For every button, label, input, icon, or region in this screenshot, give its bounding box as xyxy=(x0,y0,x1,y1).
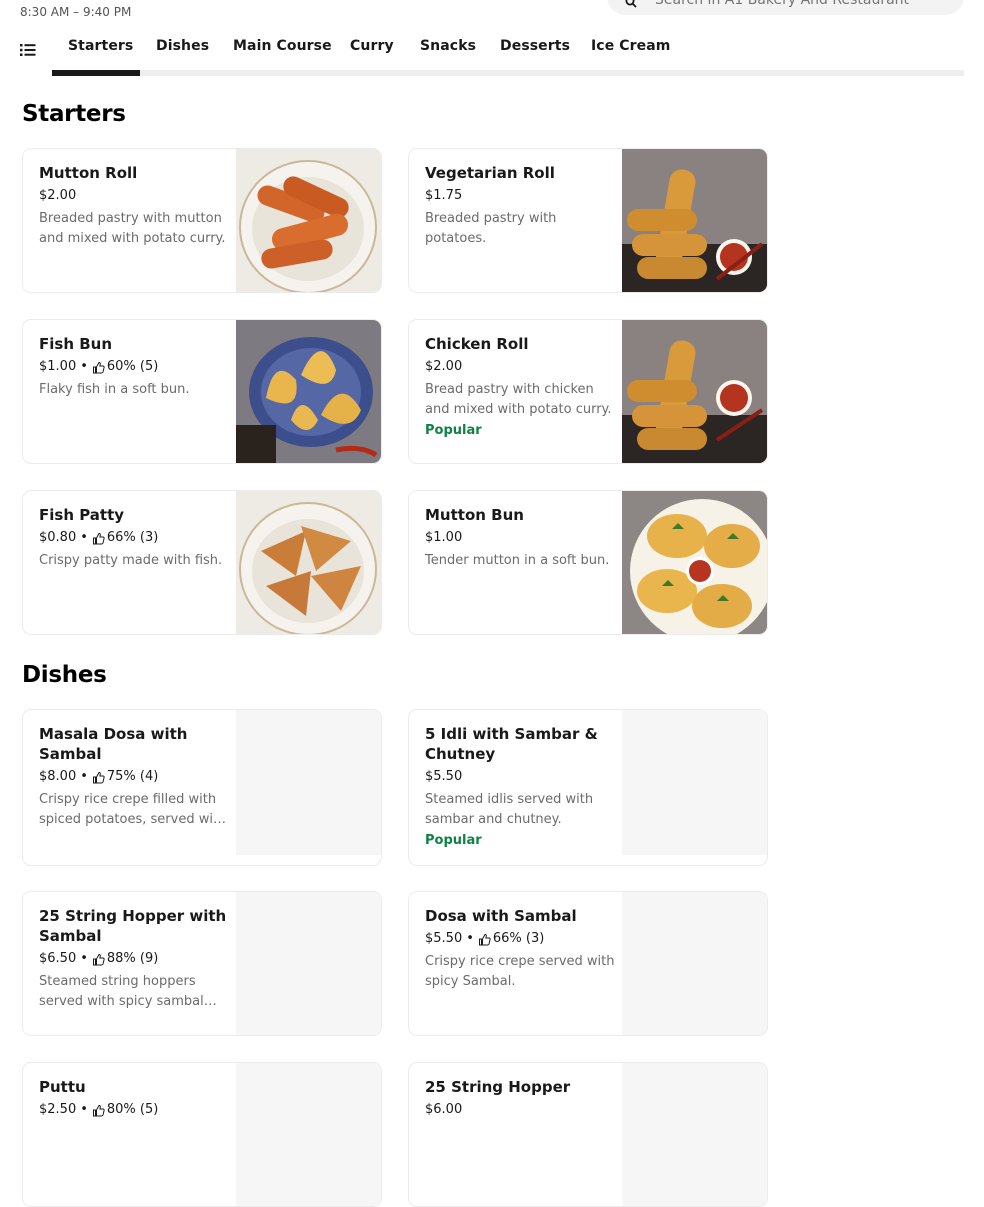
tab-curry[interactable]: Curry xyxy=(350,38,394,54)
item-rating: 60% (5) xyxy=(106,359,159,374)
item-description: Flaky fish in a soft bun. xyxy=(39,382,190,397)
tab-track xyxy=(52,70,964,76)
item-price: $6.50 xyxy=(39,951,77,966)
item-price: $1.75 xyxy=(425,188,463,203)
image-placeholder xyxy=(622,1063,767,1206)
thumbs-up-icon xyxy=(478,933,491,946)
item-name: Dosa with Sambal xyxy=(425,907,577,925)
item-description: Steamed string hoppers served with spicy… xyxy=(39,974,204,1009)
thumbs-up-icon xyxy=(92,771,105,784)
item-name: Fish Bun xyxy=(39,335,113,353)
active-tab-indicator xyxy=(52,70,140,76)
item-photo xyxy=(622,491,767,634)
store-hours: 8:30 AM – 9:40 PM xyxy=(20,5,132,19)
tab-starters[interactable]: Starters xyxy=(68,38,133,54)
menu-item-card[interactable]: Dosa with Sambal $5.50 • 66% (3) Crispy … xyxy=(408,891,768,1036)
item-name: 5 Idli with Sambar & Chutney xyxy=(425,725,598,763)
item-price: $0.80 xyxy=(39,530,77,545)
menu-item-card[interactable]: 25 String Hopper with Sambal $6.50 • 88%… xyxy=(22,891,382,1036)
item-rating: 66% (3) xyxy=(106,530,159,545)
menu-item-card[interactable]: Fish Patty $0.80 • 66% (3) Crispy patty … xyxy=(22,490,382,635)
item-description: Crispy patty made with fish. xyxy=(39,553,223,568)
section-title-dishes: Dishes xyxy=(22,662,107,688)
item-photo xyxy=(236,320,381,463)
tab-snacks[interactable]: Snacks xyxy=(420,38,476,54)
item-name: Mutton Roll xyxy=(39,164,138,182)
item-price: $8.00 xyxy=(39,769,77,784)
search-input[interactable] xyxy=(653,0,947,11)
search-bar[interactable] xyxy=(607,0,964,15)
image-placeholder xyxy=(622,892,767,1035)
tab-dishes[interactable]: Dishes xyxy=(156,38,209,54)
item-rating: 88% (9) xyxy=(106,951,159,966)
item-price: $1.00 xyxy=(39,359,77,374)
item-name: 25 String Hopper with Sambal xyxy=(39,907,227,945)
item-name: Mutton Bun xyxy=(425,506,524,524)
item-price: $1.00 xyxy=(425,530,463,545)
menu-item-card[interactable]: Mutton Bun $1.00 Tender mutton in a soft… xyxy=(408,490,768,635)
item-price: $5.50 xyxy=(425,931,463,946)
item-photo xyxy=(622,320,767,463)
item-rating: 75% (4) xyxy=(106,769,159,784)
item-photo xyxy=(236,491,381,634)
image-placeholder xyxy=(236,1063,381,1206)
tab-main-course[interactable]: Main Course xyxy=(233,38,332,54)
image-placeholder xyxy=(236,892,381,1035)
popular-badge: Popular xyxy=(425,833,482,848)
item-description: Breaded pastry with potatoes. xyxy=(425,211,557,246)
item-name: Puttu xyxy=(39,1078,86,1096)
item-name: Vegetarian Roll xyxy=(425,164,555,182)
item-photo xyxy=(236,149,381,292)
menu-item-card[interactable]: Puttu $2.50 • 80% (5) xyxy=(22,1062,382,1207)
item-description: Crispy rice crepe served with spicy Samb… xyxy=(425,954,615,989)
tab-desserts[interactable]: Desserts xyxy=(500,38,570,54)
item-name: Chicken Roll xyxy=(425,335,529,353)
section-title-starters: Starters xyxy=(22,101,126,127)
item-description: Crispy rice crepe filled with spiced pot… xyxy=(39,792,227,827)
menu-item-card[interactable]: 5 Idli with Sambar & Chutney $5.50 Steam… xyxy=(408,709,768,866)
menu-item-card[interactable]: Fish Bun $1.00 • 60% (5) Flaky fish in a… xyxy=(22,319,382,464)
search-icon xyxy=(625,0,637,8)
tab-ice-cream[interactable]: Ice Cream xyxy=(591,38,671,54)
item-name: Fish Patty xyxy=(39,506,125,524)
item-name: Masala Dosa with Sambal xyxy=(39,725,188,763)
item-rating: 80% (5) xyxy=(106,1102,159,1117)
thumbs-up-icon xyxy=(92,361,105,374)
image-placeholder xyxy=(236,710,381,855)
menu-item-card[interactable]: Vegetarian Roll $1.75 Breaded pastry wit… xyxy=(408,148,768,293)
thumbs-up-icon xyxy=(92,953,105,966)
item-photo xyxy=(622,149,767,292)
item-price: $2.00 xyxy=(425,359,463,374)
image-placeholder xyxy=(622,710,767,855)
item-description: Bread pastry with chicken and mixed with… xyxy=(425,382,612,417)
item-price: $5.50 xyxy=(425,769,463,784)
menu-item-card[interactable]: 25 String Hopper $6.00 xyxy=(408,1062,768,1207)
item-description: Tender mutton in a soft bun. xyxy=(425,553,610,568)
category-list-icon[interactable] xyxy=(20,42,36,56)
item-price: $6.00 xyxy=(425,1102,463,1117)
item-description: Breaded pastry with mutton and mixed wit… xyxy=(39,211,226,246)
item-rating: 66% (3) xyxy=(492,931,545,946)
item-price: $2.50 xyxy=(39,1102,77,1117)
thumbs-up-icon xyxy=(92,532,105,545)
popular-badge: Popular xyxy=(425,423,482,438)
menu-item-card[interactable]: Mutton Roll $2.00 Breaded pastry with mu… xyxy=(22,148,382,293)
item-description: Steamed idlis served with sambar and chu… xyxy=(425,792,594,827)
item-name: 25 String Hopper xyxy=(425,1078,571,1096)
thumbs-up-icon xyxy=(92,1104,105,1117)
menu-item-card[interactable]: Chicken Roll $2.00 Bread pastry with chi… xyxy=(408,319,768,464)
item-price: $2.00 xyxy=(39,188,77,203)
menu-item-card[interactable]: Masala Dosa with Sambal $8.00 • 75% (4) … xyxy=(22,709,382,866)
